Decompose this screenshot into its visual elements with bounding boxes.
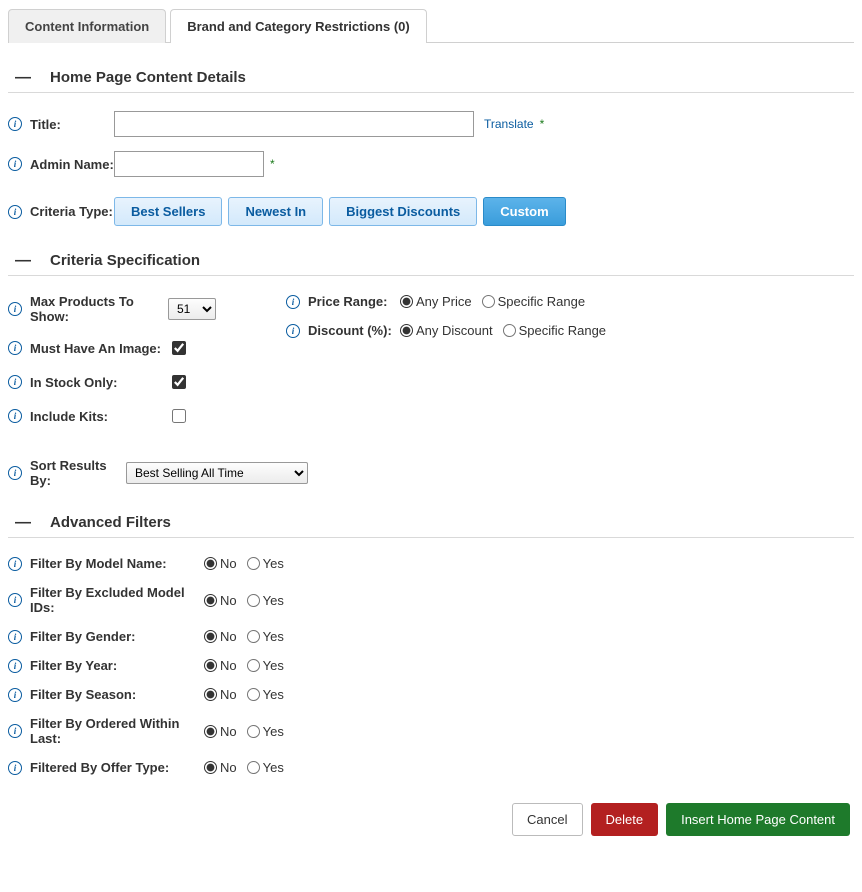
- tab-brand-restrictions[interactable]: Brand and Category Restrictions (0): [170, 9, 427, 43]
- max-products-select[interactable]: 51: [168, 298, 216, 320]
- label-discount: Discount (%):: [308, 323, 392, 338]
- info-icon[interactable]: [8, 117, 22, 131]
- tab-bar: Content Information Brand and Category R…: [8, 8, 854, 43]
- collapse-icon[interactable]: —: [16, 516, 30, 530]
- section-title: Criteria Specification: [50, 252, 200, 269]
- filter-season-group: No Yes: [204, 687, 284, 702]
- info-icon[interactable]: [8, 659, 22, 673]
- section-title: Advanced Filters: [50, 514, 171, 531]
- radio-no[interactable]: No: [204, 760, 237, 775]
- label-include-kits: Include Kits:: [30, 409, 108, 424]
- section-advanced-filters: — Advanced Filters Filter By Model Name:…: [8, 514, 854, 775]
- label-filter-excluded-ids: Filter By Excluded Model IDs:: [30, 585, 204, 615]
- label-title: Title:: [30, 117, 61, 132]
- label-admin-name: Admin Name:: [30, 157, 114, 172]
- filter-year-group: No Yes: [204, 658, 284, 673]
- tab-content-information[interactable]: Content Information: [8, 9, 166, 43]
- info-icon[interactable]: [8, 375, 22, 389]
- info-icon[interactable]: [8, 593, 22, 607]
- criteria-type-group: Best Sellers Newest In Biggest Discounts…: [114, 197, 566, 226]
- footer-actions: Cancel Delete Insert Home Page Content: [8, 803, 854, 836]
- include-kits-checkbox[interactable]: [172, 409, 186, 423]
- criteria-newest-in[interactable]: Newest In: [228, 197, 323, 226]
- radio-no[interactable]: No: [204, 556, 237, 571]
- label-filter-gender: Filter By Gender:: [30, 629, 135, 644]
- radio-yes[interactable]: Yes: [247, 556, 284, 571]
- price-range-group: Any Price Specific Range: [400, 294, 585, 309]
- section-criteria-spec: — Criteria Specification Max Products To…: [8, 252, 854, 488]
- label-must-have-image: Must Have An Image:: [30, 341, 161, 356]
- price-any-radio[interactable]: [400, 295, 413, 308]
- discount-group: Any Discount Specific Range: [400, 323, 606, 338]
- label-filter-year: Filter By Year:: [30, 658, 117, 673]
- section-header-details: — Home Page Content Details: [8, 69, 854, 93]
- label-filter-season: Filter By Season:: [30, 687, 136, 702]
- in-stock-checkbox[interactable]: [172, 375, 186, 389]
- criteria-custom[interactable]: Custom: [483, 197, 565, 226]
- info-icon[interactable]: [286, 295, 300, 309]
- admin-name-input[interactable]: [114, 151, 264, 177]
- cancel-button[interactable]: Cancel: [512, 803, 582, 836]
- info-icon[interactable]: [8, 630, 22, 644]
- label-filter-ordered-within: Filter By Ordered Within Last:: [30, 716, 204, 746]
- radio-no[interactable]: No: [204, 629, 237, 644]
- title-input[interactable]: [114, 111, 474, 137]
- criteria-biggest-discounts[interactable]: Biggest Discounts: [329, 197, 477, 226]
- translate-link[interactable]: Translate: [484, 117, 534, 131]
- collapse-icon[interactable]: —: [16, 254, 30, 268]
- price-specific-option[interactable]: Specific Range: [482, 294, 585, 309]
- criteria-best-sellers[interactable]: Best Sellers: [114, 197, 222, 226]
- discount-specific-option[interactable]: Specific Range: [503, 323, 606, 338]
- filter-model-name-group: No Yes: [204, 556, 284, 571]
- info-icon[interactable]: [8, 341, 22, 355]
- insert-button[interactable]: Insert Home Page Content: [666, 803, 850, 836]
- section-details: — Home Page Content Details Title: Trans…: [8, 69, 854, 226]
- info-icon[interactable]: [8, 409, 22, 423]
- info-icon[interactable]: [8, 205, 22, 219]
- radio-yes[interactable]: Yes: [247, 593, 284, 608]
- must-have-image-checkbox[interactable]: [172, 341, 186, 355]
- radio-yes[interactable]: Yes: [247, 724, 284, 739]
- info-icon[interactable]: [8, 724, 22, 738]
- label-filter-model-name: Filter By Model Name:: [30, 556, 167, 571]
- label-in-stock: In Stock Only:: [30, 375, 117, 390]
- discount-any-radio[interactable]: [400, 324, 413, 337]
- info-icon[interactable]: [8, 761, 22, 775]
- label-sort-by: Sort Results By:: [30, 458, 126, 488]
- sort-by-select[interactable]: Best Selling All Time: [126, 462, 308, 484]
- price-any-option[interactable]: Any Price: [400, 294, 472, 309]
- info-icon[interactable]: [8, 157, 22, 171]
- filter-offer-type-group: No Yes: [204, 760, 284, 775]
- info-icon[interactable]: [286, 324, 300, 338]
- section-header-advanced: — Advanced Filters: [8, 514, 854, 538]
- radio-yes[interactable]: Yes: [247, 658, 284, 673]
- label-max-products: Max Products To Show:: [30, 294, 168, 324]
- info-icon[interactable]: [8, 688, 22, 702]
- radio-yes[interactable]: Yes: [247, 687, 284, 702]
- filter-excluded-ids-group: No Yes: [204, 593, 284, 608]
- info-icon[interactable]: [8, 302, 22, 316]
- collapse-icon[interactable]: —: [16, 71, 30, 85]
- price-specific-radio[interactable]: [482, 295, 495, 308]
- radio-no[interactable]: No: [204, 687, 237, 702]
- radio-no[interactable]: No: [204, 724, 237, 739]
- radio-no[interactable]: No: [204, 593, 237, 608]
- delete-button[interactable]: Delete: [591, 803, 659, 836]
- label-price-range: Price Range:: [308, 294, 387, 309]
- radio-no[interactable]: No: [204, 658, 237, 673]
- radio-yes[interactable]: Yes: [247, 760, 284, 775]
- label-criteria-type: Criteria Type:: [30, 204, 113, 219]
- required-indicator: *: [270, 157, 275, 171]
- filter-ordered-within-group: No Yes: [204, 724, 284, 739]
- label-filter-offer-type: Filtered By Offer Type:: [30, 760, 169, 775]
- discount-specific-radio[interactable]: [503, 324, 516, 337]
- required-indicator: *: [540, 117, 545, 131]
- discount-any-option[interactable]: Any Discount: [400, 323, 493, 338]
- radio-yes[interactable]: Yes: [247, 629, 284, 644]
- filter-gender-group: No Yes: [204, 629, 284, 644]
- section-header-criteria: — Criteria Specification: [8, 252, 854, 276]
- info-icon[interactable]: [8, 466, 22, 480]
- section-title: Home Page Content Details: [50, 69, 246, 86]
- info-icon[interactable]: [8, 557, 22, 571]
